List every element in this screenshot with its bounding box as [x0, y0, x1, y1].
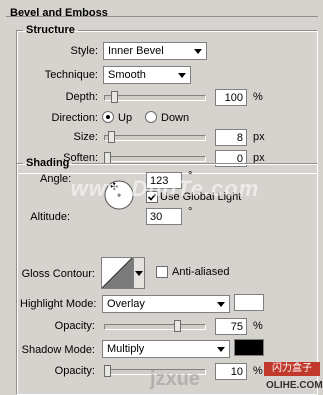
angle-unit: °: [188, 170, 193, 182]
shading-legend: Shading: [26, 157, 70, 169]
depth-input[interactable]: 100: [215, 89, 247, 106]
depth-slider-track[interactable]: [104, 95, 206, 101]
size-unit: px: [253, 131, 265, 143]
shadow-mode-select[interactable]: Multiply: [102, 340, 230, 358]
depth-slider-thumb[interactable]: [111, 91, 119, 103]
shadow-mode-label: Shadow Mode:: [21, 344, 95, 356]
panel-title: Bevel and Emboss: [10, 7, 108, 19]
angle-cursor-icon: ✣: [110, 182, 119, 193]
shadow-opacity-slider-track[interactable]: [104, 369, 206, 375]
angle-dial[interactable]: [104, 180, 134, 210]
angle-label: Angle:: [40, 173, 72, 185]
gloss-contour-preview[interactable]: [101, 257, 133, 289]
direction-up-label: Up: [118, 112, 133, 124]
highlight-mode-label: Highlight Mode:: [20, 298, 97, 310]
title-divider: [6, 16, 318, 17]
use-global-light-checkbox[interactable]: [146, 191, 158, 203]
angle-input[interactable]: 123: [146, 172, 182, 189]
chevron-down-icon: [135, 271, 143, 276]
structure-legend: Structure: [26, 24, 75, 36]
check-icon: [147, 193, 157, 201]
shadow-color-swatch[interactable]: [234, 339, 264, 356]
highlight-opacity-slider-thumb[interactable]: [173, 320, 181, 332]
highlight-opacity-input[interactable]: 75: [215, 318, 247, 335]
chevron-down-icon: [194, 49, 202, 54]
highlight-opacity-slider-track[interactable]: [104, 324, 206, 330]
anti-aliased-label: Anti-aliased: [172, 266, 230, 278]
anti-aliased-checkbox[interactable]: [156, 266, 168, 278]
depth-unit: %: [253, 91, 263, 103]
size-label: Size:: [73, 131, 98, 143]
shadow-opacity-input[interactable]: 10: [215, 363, 247, 380]
altitude-unit: °: [188, 206, 193, 218]
highlight-opacity-label: Opacity:: [54, 320, 95, 332]
contour-linear-icon: [101, 257, 133, 289]
highlight-mode-select[interactable]: Overlay: [102, 295, 230, 313]
direction-up-radio[interactable]: [102, 111, 114, 123]
highlight-opacity-unit: %: [253, 320, 263, 332]
chevron-down-icon: [178, 73, 186, 78]
altitude-label: Altitude:: [30, 211, 70, 223]
technique-select[interactable]: Smooth: [103, 66, 191, 84]
shadow-mode-value: Multiply: [107, 343, 145, 355]
technique-value: Smooth: [108, 69, 146, 81]
shadow-opacity-unit: %: [253, 365, 263, 377]
gloss-contour-dropdown[interactable]: [133, 257, 145, 289]
gloss-contour-label: Gloss Contour:: [21, 268, 95, 280]
highlight-color-swatch[interactable]: [234, 294, 264, 311]
style-value: Inner Bevel: [108, 45, 164, 57]
direction-down-radio[interactable]: [145, 111, 157, 123]
size-input[interactable]: 8: [215, 129, 247, 146]
shadow-opacity-label: Opacity:: [54, 365, 95, 377]
style-select[interactable]: Inner Bevel: [103, 42, 207, 60]
size-slider-thumb[interactable]: [107, 131, 115, 143]
shadow-opacity-slider-thumb[interactable]: [104, 365, 111, 377]
chevron-down-icon: [217, 347, 225, 352]
direction-down-label: Down: [161, 112, 190, 124]
use-global-light-label: Use Global Light: [160, 191, 242, 203]
direction-label: Direction:: [51, 112, 98, 124]
chevron-down-icon: [217, 302, 225, 307]
style-label: Style:: [70, 45, 98, 57]
highlight-mode-value: Overlay: [107, 298, 145, 310]
depth-label: Depth:: [65, 91, 98, 103]
angle-dial-icon: [104, 180, 134, 210]
altitude-input[interactable]: 30: [146, 208, 182, 225]
technique-label: Technique:: [44, 69, 98, 81]
size-slider-track[interactable]: [104, 135, 206, 141]
